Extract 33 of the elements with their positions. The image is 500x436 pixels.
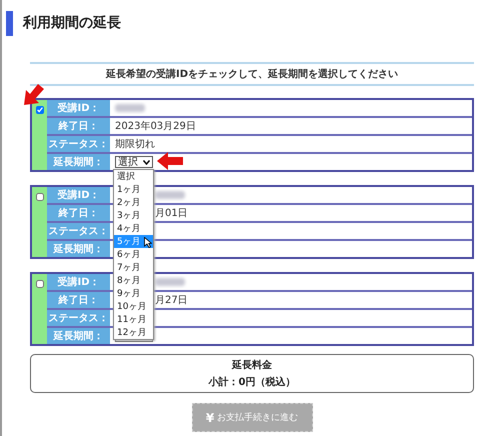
field-label: 終了日：: [47, 205, 110, 221]
dropdown-option[interactable]: 1ヶ月: [114, 183, 153, 196]
field-value: 月01日: [155, 207, 188, 220]
dropdown-option[interactable]: 6ヶ月: [114, 248, 153, 261]
fee-title: 延長料金: [232, 358, 272, 372]
field-value: 期限切れ: [115, 138, 155, 151]
dropdown-option[interactable]: 4ヶ月: [114, 222, 153, 235]
dropdown-option[interactable]: 7ヶ月: [114, 261, 153, 274]
dropdown-option[interactable]: 3ヶ月: [114, 209, 153, 222]
dropdown-option[interactable]: 9ヶ月: [114, 287, 153, 300]
field-label: 受講ID：: [47, 187, 110, 203]
field-label: 延長期間：: [47, 328, 110, 344]
field-label: 延長期間：: [47, 241, 110, 257]
dropdown-option[interactable]: 12ヶ月: [114, 326, 153, 339]
field-label: 延長期間：: [47, 154, 110, 170]
field-label: 受講ID：: [47, 100, 110, 116]
field-label: ステータス：: [47, 310, 110, 326]
dropdown-option[interactable]: 2ヶ月: [114, 196, 153, 209]
dropdown-option[interactable]: 10ヶ月: [114, 300, 153, 313]
dropdown-option[interactable]: 選択: [114, 170, 153, 183]
field-label: 終了日：: [47, 118, 110, 134]
field-label: 終了日：: [47, 292, 110, 308]
field-label: ステータス：: [47, 223, 110, 239]
field-label: 受講ID：: [47, 274, 110, 290]
dropdown-option[interactable]: 8ヶ月: [114, 274, 153, 287]
field-label: ステータス：: [47, 136, 110, 152]
period-select[interactable]: 選択: [115, 156, 153, 168]
field-value: 2023年03月29日: [115, 120, 196, 133]
instruction-text: 延長希望の受講IDをチェックして、延長期間を選択してください: [106, 68, 398, 81]
field-value: 月27日: [155, 294, 188, 307]
dropdown-option[interactable]: 11ヶ月: [114, 313, 153, 326]
page-title: 利用期間の延長: [23, 14, 121, 32]
fee-subtotal: 小計：0円（税込）: [208, 376, 296, 389]
